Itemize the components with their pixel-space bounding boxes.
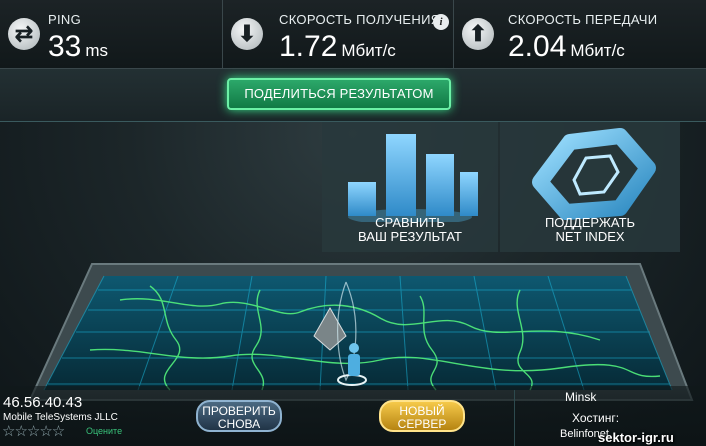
net-index-tile[interactable]: ПОДДЕРЖАТЬ NET INDEX bbox=[500, 122, 680, 252]
bar-chart-icon bbox=[348, 134, 478, 225]
speedtest-app: ⇄ PING 33 ms ⬇ СКОРОСТЬ ПОЛУЧЕНИЯ i 1.72 М… bbox=[0, 0, 706, 446]
share-result-button[interactable]: ПОДЕЛИТЬСЯ РЕЗУЛЬТАТОМ bbox=[227, 78, 451, 110]
download-metric: ⬇ СКОРОСТЬ ПОЛУЧЕНИЯ i 1.72 Мбит/с bbox=[223, 0, 454, 68]
net-index-caption: ПОДДЕРЖАТЬ NET INDEX bbox=[500, 216, 680, 244]
ping-number: 33 bbox=[48, 30, 82, 63]
upload-number: 2.04 bbox=[508, 30, 567, 63]
new-server-line2: СЕРВЕР bbox=[397, 417, 447, 431]
ping-icon: ⇄ bbox=[8, 18, 40, 50]
test-again-line2: СНОВА bbox=[217, 417, 261, 431]
upload-value: 2.04 Мбит/с bbox=[508, 30, 625, 64]
test-again-button[interactable]: ПРОВЕРИТЬ СНОВА bbox=[196, 400, 282, 432]
host-label: Хостинг: bbox=[572, 411, 620, 425]
ping-metric: ⇄ PING 33 ms bbox=[0, 0, 223, 68]
upload-arrow-icon: ⬆ bbox=[462, 18, 494, 50]
net-index-line2: NET INDEX bbox=[555, 229, 625, 244]
net-index-logo-icon bbox=[532, 128, 656, 220]
watermark: sektor-igr.ru bbox=[598, 430, 674, 445]
results-bar: ⇄ PING 33 ms ⬇ СКОРОСТЬ ПОЛУЧЕНИЯ i 1.72 М… bbox=[0, 0, 706, 69]
compare-line2: ВАШ РЕЗУЛЬТАТ bbox=[358, 229, 462, 244]
compare-line1: СРАВНИТЬ bbox=[375, 215, 445, 230]
download-label: СКОРОСТЬ ПОЛУЧЕНИЯ bbox=[279, 12, 441, 27]
new-server-button[interactable]: НОВЫЙ СЕРВЕР bbox=[379, 400, 465, 432]
download-arrow-icon: ⬇ bbox=[231, 18, 263, 50]
ping-value: 33 ms bbox=[48, 30, 108, 64]
rate-label[interactable]: Оцените bbox=[86, 426, 122, 436]
ping-unit: ms bbox=[85, 41, 109, 60]
upload-unit: Мбит/с bbox=[570, 41, 625, 60]
download-value: 1.72 Мбит/с bbox=[279, 30, 396, 64]
rating-stars[interactable]: ☆☆☆☆☆ bbox=[2, 422, 65, 440]
ping-label: PING bbox=[48, 12, 81, 27]
compare-caption: СРАВНИТЬ ВАШ РЕЗУЛЬТАТ bbox=[322, 216, 498, 244]
upload-metric: ⬆ СКОРОСТЬ ПЕРЕДАЧИ 2.04 Мбит/с bbox=[454, 0, 686, 68]
download-unit: Мбит/с bbox=[341, 41, 396, 60]
client-ip: 46.56.40.43 bbox=[3, 394, 83, 411]
compare-result-tile[interactable]: СРАВНИТЬ ВАШ РЕЗУЛЬТАТ bbox=[322, 122, 498, 252]
download-number: 1.72 bbox=[279, 30, 338, 63]
net-index-line1: ПОДДЕРЖАТЬ bbox=[544, 215, 636, 230]
upload-label: СКОРОСТЬ ПЕРЕДАЧИ bbox=[508, 12, 658, 27]
info-icon[interactable]: i bbox=[433, 14, 449, 30]
server-city: Minsk bbox=[565, 390, 597, 404]
